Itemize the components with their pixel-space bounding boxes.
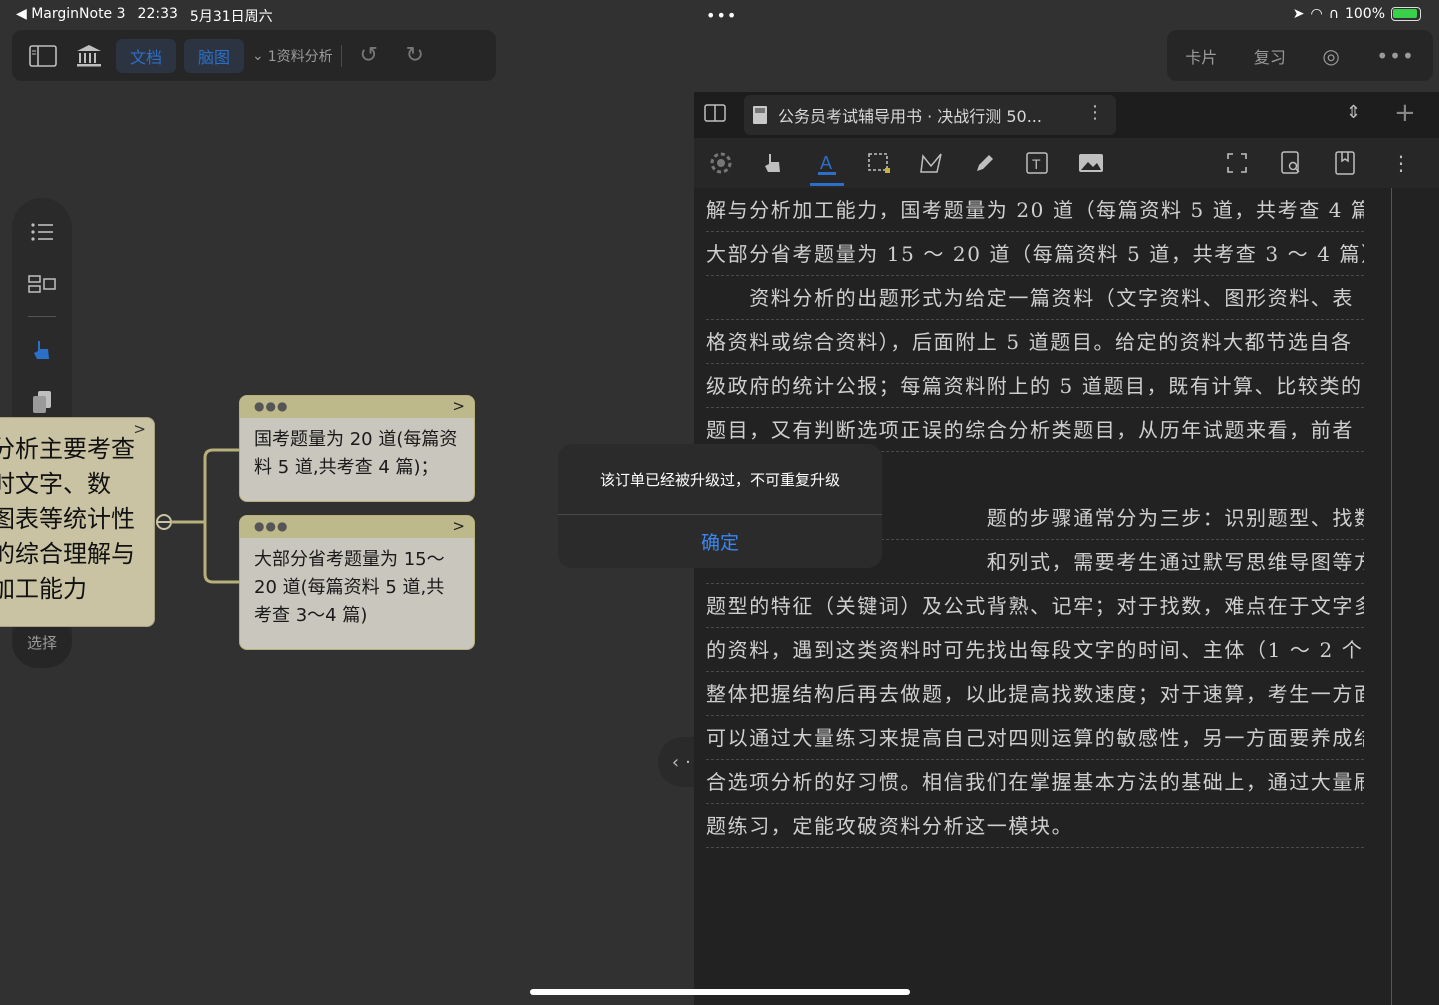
node-text: 国考题量为 20 道(每篇资料 5 道,共考查 4 篇)； [254,429,458,478]
lasso-icon[interactable] [914,146,948,180]
root-node-text: 分析主要考查 时文字、数 图表等统计性 的综合理解与 加工能力 [0,432,141,607]
add-tab-icon[interactable]: + [1394,98,1416,128]
sidebar-toggle-icon[interactable] [24,37,62,75]
chevron-down-icon: ⌄ [252,47,264,64]
root-line: 分析主要考查 [0,435,135,463]
document-tab-bar: 公务员考试辅导用书 · 决战行测 50... ⋮ ⇕ + [694,92,1439,138]
root-line: 的综合理解与 [0,540,135,568]
multitask-dots[interactable]: ••• [706,6,737,25]
mindmap-child-node[interactable]: ●●● > 大部分省考题量为 15～20 道(每篇资料 5 道,共考查 3～4 … [239,515,475,650]
text-line: 整体把握结构后再去做题，以此提高找数速度；对于速算，考生一方面 [706,672,1364,716]
library-icon[interactable] [70,37,108,75]
more-vertical-icon[interactable]: ⋮ [1384,146,1418,180]
tab-menu-icon[interactable]: ⋮ [1086,102,1104,123]
tab-document[interactable]: 文档 [116,38,177,73]
highlight-text-icon[interactable]: A [810,146,844,186]
node-menu-dots[interactable]: ●●● [254,399,288,413]
back-to-app-link[interactable]: ◀ MarginNote 3 [16,6,126,26]
svg-text:T: T [1032,156,1041,172]
status-bar: ◀ MarginNote 3 22:33 5月31日周六 ••• ➤ ◠ ∩ 1… [0,0,1439,28]
splitter-dot: · [685,751,691,773]
redo-icon[interactable]: ↻ [396,37,434,75]
tab-mindmap[interactable]: 脑图 [184,38,245,73]
notebook-name: 1资料分析 [267,48,333,65]
wifi-icon: ◠ [1310,6,1323,22]
review-button[interactable]: 复习 [1254,44,1286,68]
status-date: 5月31日周六 [189,9,273,25]
svg-text:A: A [820,153,832,173]
image-icon[interactable] [1074,146,1108,180]
location-icon: ➤ [1292,6,1305,22]
sort-icon[interactable]: ⇕ [1346,102,1361,123]
node-text: 大部分省考题量为 15～20 道(每篇资料 5 道,共考查 3～4 篇) [254,549,445,626]
hand-pointer-icon[interactable] [756,146,790,180]
rectangle-select-icon[interactable] [862,146,896,180]
app-root: { "status_bar": { "back_app": "◀ MarginN… [0,0,1439,1005]
side-divider [28,316,56,317]
text-line: 解与分析加工能力，国考题量为 20 道（每篇资料 5 道，共考查 4 篇）； [706,188,1364,232]
root-line: 时文字、数 [0,470,111,498]
cards-button[interactable]: 卡片 [1185,44,1217,68]
text-line: 合选项分析的好习惯。相信我们在掌握基本方法的基础上，通过大量刷 [706,760,1364,804]
node-menu-dots[interactable]: ●●● [254,519,288,533]
mindmap-connector [156,448,239,584]
document-search-icon[interactable] [1274,146,1308,180]
page-margin-line [1391,188,1392,1005]
copy-icon[interactable] [24,384,60,420]
chevron-right-icon[interactable]: > [452,517,465,535]
text-line: 级政府的统计公报；每篇资料附上的 5 道题目，既有计算、比较类的 [706,364,1364,408]
headphones-icon: ∩ [1328,6,1339,22]
annotation-toolbar: A T ⋮ [694,138,1439,188]
fullscreen-icon[interactable] [1220,146,1254,180]
web-search-icon[interactable]: ◎ [1322,44,1339,68]
main-toolbar: 文档 脑图 ⌄ 1资料分析 ↺ ↻ [12,30,496,81]
chevron-left-icon: ‹ [671,751,680,773]
text-line: 格资料或综合资料），后面附上 5 道题目。给定的资料大都节选自各 [706,320,1364,364]
right-toolbar: 卡片 复习 ◎ ••• [1167,30,1433,81]
notebook-selector[interactable]: ⌄ 1资料分析 [252,46,333,66]
battery-icon [1391,7,1421,21]
pen-icon[interactable] [968,146,1002,180]
text-line: 的资料，遇到这类资料时可先找出每段文字的时间、主体（1 ～ 2 个）， [706,628,1364,672]
textbox-icon[interactable]: T [1020,146,1054,180]
split-view-icon[interactable] [704,104,726,126]
text-line: 题练习，定能攻破资料分析这一模块。 [706,804,1364,848]
home-indicator[interactable] [530,989,910,995]
battery-percent: 100% [1344,6,1385,22]
outline-list-icon[interactable] [24,214,60,250]
alert-message: 该订单已经被升级过，不可重复升级 [599,470,840,489]
settings-gear-icon[interactable] [704,146,738,180]
toolbar-divider [340,44,342,67]
layout-icon[interactable] [24,266,60,302]
root-line: 图表等统计性 [0,505,135,533]
bookmark-icon[interactable] [1328,146,1362,180]
alert-dialog: 该订单已经被升级过，不可重复升级 确定 [558,444,882,568]
chevron-right-icon[interactable]: > [452,397,465,415]
text-line: 题型的特征（关键词）及公式背熟、记牢；对于找数，难点在于文字多 [706,584,1364,628]
mindmap-child-node[interactable]: ●●● > 国考题量为 20 道(每篇资料 5 道,共考查 4 篇)； [239,395,475,502]
confirm-button[interactable]: 确定 [558,515,882,568]
undo-icon[interactable]: ↺ [350,37,388,75]
status-time: 22:33 [137,6,178,22]
text-line: 大部分省考题量为 15 ～ 20 道（每篇资料 5 道，共考查 3 ～ 4 篇）… [706,232,1364,276]
root-line: 加工能力 [0,575,87,603]
pointer-hand-icon[interactable] [24,332,60,368]
mindmap-root-node[interactable]: > 分析主要考查 时文字、数 图表等统计性 的综合理解与 加工能力 [0,417,155,627]
text-line: 资料分析的出题形式为给定一篇资料（文字资料、图形资料、表 [706,276,1364,320]
document-tab[interactable]: 公务员考试辅导用书 · 决战行测 50... ⋮ [744,95,1116,135]
more-icon[interactable]: ••• [1376,44,1414,68]
text-line: 可以通过大量练习来提高自己对四则运算的敏感性，另一方面要养成结 [706,716,1364,760]
document-title: 公务员考试辅导用书 · 决战行测 50... [778,107,1042,126]
book-icon [752,105,768,129]
